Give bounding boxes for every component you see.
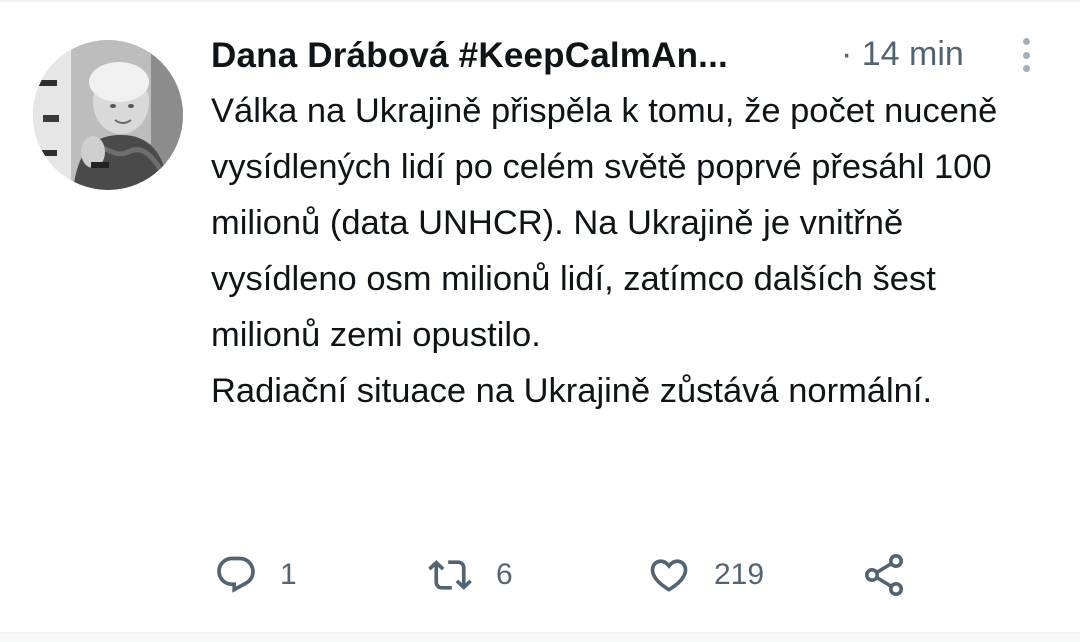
tweet-timestamp[interactable]: · 14 min bbox=[841, 35, 964, 74]
reply-button[interactable]: 1 bbox=[214, 548, 297, 602]
retweet-button[interactable]: 6 bbox=[426, 548, 513, 602]
author-display-name[interactable]: Dana Drábová #KeepCalmAn... bbox=[211, 36, 728, 76]
more-options-button[interactable] bbox=[1011, 34, 1041, 76]
tweet-paragraph: Radiační situace na Ukrajině zůstává nor… bbox=[211, 372, 933, 410]
like-icon bbox=[650, 559, 688, 592]
profile-photo-icon bbox=[33, 40, 183, 190]
share-icon bbox=[865, 554, 903, 596]
avatar[interactable] bbox=[33, 40, 183, 190]
share-button[interactable] bbox=[860, 548, 908, 602]
tweet-paragraph: Válka na Ukrajině přispěla k tomu, že po… bbox=[211, 92, 998, 354]
like-count: 219 bbox=[714, 558, 765, 591]
like-button[interactable]: 219 bbox=[646, 548, 764, 602]
reply-icon bbox=[217, 556, 255, 593]
retweet-icon bbox=[428, 560, 472, 590]
more-options-icon-dot bbox=[1022, 65, 1030, 72]
tweet-text: Válka na Ukrajině přispěla k tomu, že po… bbox=[211, 83, 1051, 419]
more-options-icon-dot bbox=[1022, 51, 1030, 59]
retweet-count: 6 bbox=[496, 558, 513, 591]
top-divider bbox=[0, 0, 1080, 2]
tweet-actions: 1 6 219 bbox=[214, 548, 934, 602]
tweet-header: Dana Drábová #KeepCalmAn... · 14 min bbox=[211, 28, 1051, 84]
bottom-divider bbox=[0, 632, 1080, 642]
reply-count: 1 bbox=[280, 558, 297, 591]
more-options-icon bbox=[1022, 38, 1030, 45]
